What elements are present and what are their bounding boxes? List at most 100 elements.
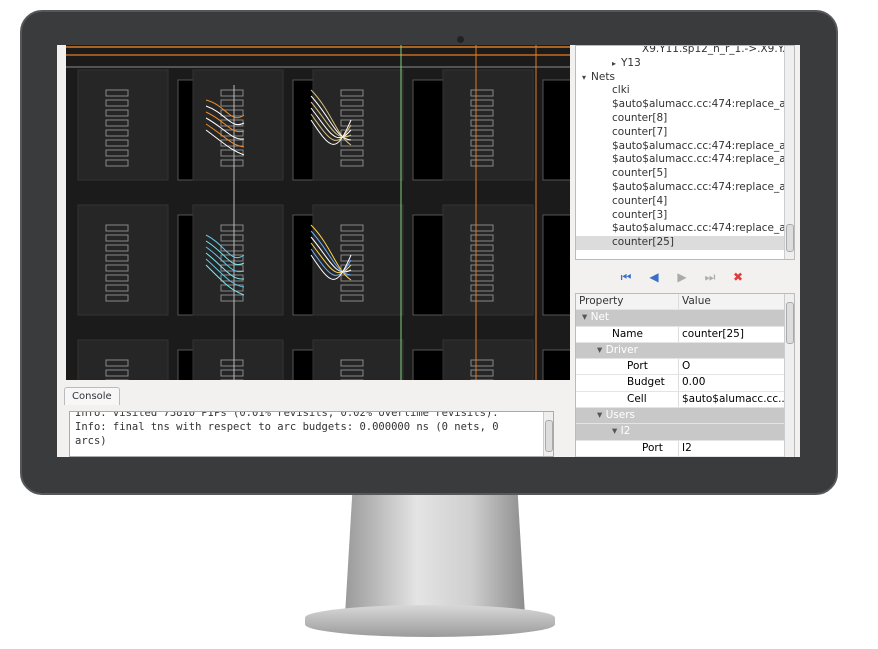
- lut-block: [412, 79, 444, 181]
- property-value: [679, 310, 794, 325]
- expander-icon[interactable]: ▸: [612, 59, 616, 68]
- property-name: Net: [590, 311, 610, 324]
- column-property[interactable]: Property: [576, 294, 679, 310]
- lut-block: [542, 214, 574, 316]
- tree-item-label: Y13: [621, 56, 641, 69]
- lut-block: [412, 214, 444, 316]
- forward-icon[interactable]: ▶: [676, 270, 688, 285]
- property-row[interactable]: Port I2: [576, 440, 794, 457]
- tree-item-label: $auto$alumacc.cc:474:replace_al...: [612, 222, 795, 235]
- tree-item[interactable]: ▸ Y13: [576, 57, 794, 71]
- property-name: Cell: [627, 392, 647, 405]
- tree-item-label: counter[8]: [612, 111, 668, 124]
- property-key: Port: [576, 440, 679, 456]
- logic-tile: [442, 69, 534, 181]
- tree-item-label: $auto$alumacc.cc:474:replace_al...: [612, 153, 795, 166]
- tree-item-label: Nets: [591, 70, 615, 83]
- property-name: I2: [620, 425, 631, 438]
- logic-tile: [312, 69, 404, 181]
- design-tree[interactable]: X9.Y11.sp12_h_r_1.->.X9.Y... ▸ Y13 ▾ Nets clk…: [575, 45, 795, 260]
- tree-item-label: counter[5]: [612, 167, 668, 180]
- expander-icon[interactable]: ▾: [612, 425, 621, 437]
- tree-item-label: $auto$alumacc.cc:474:replace_al...: [612, 139, 795, 152]
- lut-block: [542, 79, 574, 181]
- property-value: [679, 424, 794, 439]
- camera: [457, 36, 464, 43]
- tree-item[interactable]: counter[5]: [576, 167, 794, 181]
- property-value: I2: [682, 441, 692, 454]
- tree-item[interactable]: counter[3]: [576, 209, 794, 223]
- console-line: arcs): [75, 435, 107, 447]
- table-header: Property Value: [576, 294, 794, 311]
- expander-icon[interactable]: ▾: [582, 73, 586, 82]
- tree-item[interactable]: $auto$alumacc.cc:474:replace_al...: [576, 222, 794, 236]
- property-name: Port: [642, 441, 663, 454]
- property-key: Budget: [576, 375, 679, 391]
- property-row[interactable]: ▾ I2: [576, 424, 794, 441]
- last-icon[interactable]: ⏭: [704, 270, 716, 285]
- tree-item[interactable]: ▾ Nets: [576, 71, 794, 85]
- monitor-stand: [345, 495, 525, 615]
- tree-item-label: X9.Y11.sp12_h_r_1.->.X9.Y...: [642, 45, 792, 55]
- property-value: [679, 408, 794, 423]
- property-value: 0.00: [682, 376, 706, 389]
- tree-item[interactable]: $auto$alumacc.cc:474:replace_al...: [576, 140, 794, 154]
- property-key: ▾ Users: [576, 408, 679, 423]
- tree-item[interactable]: $auto$alumacc.cc:474:replace_al...: [576, 98, 794, 112]
- expander-icon[interactable]: ▾: [582, 311, 591, 323]
- console-line: Info: visited 73810 PIPs (0.01% revisits…: [75, 411, 499, 419]
- property-row[interactable]: Budget 0.00: [576, 375, 794, 392]
- tree-item-label: clki: [612, 84, 630, 97]
- property-table[interactable]: Property Value ▾ Net Name counter[25] ▾ Dri…: [575, 293, 795, 457]
- expander-icon[interactable]: ▾: [597, 409, 606, 421]
- property-value: $auto$alumacc.cc...: [682, 392, 789, 405]
- property-value: O: [682, 360, 691, 373]
- property-row[interactable]: ▾ Users: [576, 408, 794, 425]
- props-scrollbar[interactable]: [784, 294, 794, 457]
- logic-tile: [442, 204, 534, 316]
- tree-item-label: $auto$alumacc.cc:474:replace_al...: [612, 98, 795, 111]
- tree-item-label: counter[7]: [612, 125, 668, 138]
- property-name: Driver: [605, 343, 638, 356]
- fpga-layout-svg: [66, 45, 574, 451]
- close-icon[interactable]: ✖: [732, 270, 744, 285]
- tree-item-label: counter[3]: [612, 208, 668, 221]
- back-icon[interactable]: ◀: [648, 270, 660, 285]
- property-row[interactable]: ▾ Driver: [576, 342, 794, 360]
- tree-item[interactable]: $auto$alumacc.cc:474:replace_al...: [576, 153, 794, 167]
- property-name: Name: [612, 327, 643, 340]
- first-icon[interactable]: ⏮: [620, 270, 632, 285]
- property-key: ▾ Net: [576, 310, 679, 325]
- tree-item[interactable]: counter[8]: [576, 112, 794, 126]
- tree-scrollbar[interactable]: [784, 46, 794, 259]
- expander-icon[interactable]: ▾: [597, 344, 606, 356]
- tree-item[interactable]: $auto$alumacc.cc:474:replace_al...: [576, 181, 794, 195]
- console-scrollbar[interactable]: [543, 412, 553, 456]
- tree-item-label: $auto$alumacc.cc:474:replace_al...: [612, 180, 795, 193]
- tree-item[interactable]: counter[4]: [576, 195, 794, 209]
- tree-item[interactable]: X9.Y11.sp12_h_r_1.->.X9.Y...: [576, 45, 794, 57]
- logic-tile: [77, 204, 169, 316]
- property-row[interactable]: Name counter[25]: [576, 326, 794, 343]
- monitor-base: [305, 605, 555, 637]
- fpga-layout-canvas[interactable]: [66, 45, 574, 451]
- tab-console[interactable]: Console: [64, 387, 120, 405]
- property-row[interactable]: Cell $auto$alumacc.cc...: [576, 391, 794, 409]
- right-panel: X9.Y11.sp12_h_r_1.->.X9.Y... ▸ Y13 ▾ Nets clk…: [575, 45, 800, 457]
- logic-tile: [77, 69, 169, 181]
- tree-item[interactable]: counter[7]: [576, 126, 794, 140]
- property-key: ▾ I2: [576, 424, 679, 439]
- console-output[interactable]: Info: visited 73810 PIPs (0.01% revisits…: [69, 411, 554, 457]
- tree-item[interactable]: clki: [576, 84, 794, 98]
- property-value: counter[25]: [682, 327, 744, 340]
- console-line: Info: final tns with respect to arc budg…: [75, 421, 499, 433]
- logic-tile: [312, 204, 404, 316]
- property-row[interactable]: Port O: [576, 359, 794, 376]
- tree-item[interactable]: counter[25]: [576, 236, 794, 250]
- tree-item-label: counter[4]: [612, 194, 668, 207]
- property-name: Port: [627, 360, 648, 373]
- property-key: Port: [576, 359, 679, 375]
- nextpnr-window: Console Info: visited 73810 PIPs (0.01% …: [57, 45, 800, 457]
- property-row[interactable]: ▾ Net: [576, 310, 794, 327]
- column-value[interactable]: Value: [679, 294, 794, 309]
